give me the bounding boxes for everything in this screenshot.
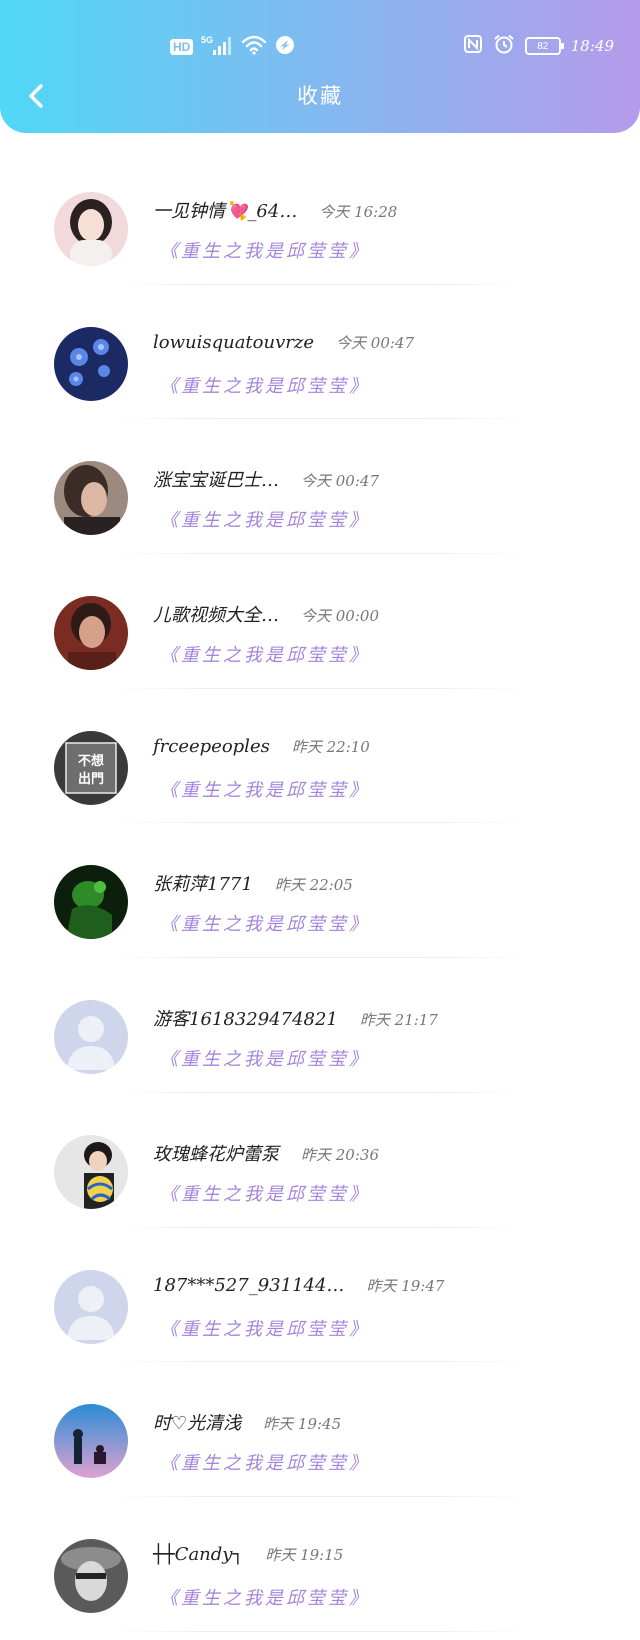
- user-name: 涨宝宝诞巴士…: [153, 470, 279, 492]
- user-name: ┼┼Candy┐: [153, 1543, 244, 1565]
- avatar[interactable]: [54, 1404, 128, 1479]
- hd-badge: HD: [170, 39, 194, 55]
- avatar[interactable]: [54, 1134, 128, 1209]
- avatar-image: [54, 596, 128, 671]
- list-item[interactable]: 涨宝宝诞巴士… 今天 00:47 《重生之我是邱莹莹》: [0, 419, 640, 555]
- list-item[interactable]: lowuisquatouvrze 今天 00:47 《重生之我是邱莹莹》: [0, 285, 640, 420]
- avatar[interactable]: [54, 461, 128, 536]
- list-item[interactable]: 游客1618329474821 昨天 21:17 《重生之我是邱莹莹》: [0, 958, 640, 1093]
- wifi-icon: [241, 35, 267, 59]
- list-item[interactable]: 时♡光清浅 昨天 19:45 《重生之我是邱莹莹》: [0, 1362, 640, 1497]
- avatar-image: [54, 461, 128, 536]
- list-item[interactable]: 儿歌视频大全… 今天 00:00 《重生之我是邱莹莹》: [0, 554, 640, 689]
- work-title-link[interactable]: 《重生之我是邱莹莹》: [160, 372, 370, 398]
- avatar[interactable]: 不想 出門: [54, 730, 128, 805]
- item-header: frceepeoples 昨天 22:10: [153, 736, 370, 757]
- item-header: ┼┼Candy┐ 昨天 19:15: [153, 1544, 343, 1565]
- item-header: 游客1618329474821 昨天 21:17: [153, 1005, 438, 1031]
- user-name: 游客1618329474821: [153, 1009, 338, 1031]
- work-title-link[interactable]: 《重生之我是邱莹莹》: [160, 1449, 370, 1475]
- avatar-image: [54, 1538, 128, 1613]
- avatar-text: 出門: [78, 771, 104, 787]
- item-header: 玫瑰蜂花炉蕾泵 昨天 20:36: [153, 1140, 379, 1166]
- avatar-text: 不想: [78, 753, 104, 769]
- timestamp: 昨天 21:17: [359, 1011, 438, 1030]
- timestamp: 今天 00:47: [301, 472, 379, 491]
- avatar-image: [54, 192, 128, 266]
- nav-bar: 收藏: [0, 72, 640, 120]
- avatar[interactable]: [54, 596, 128, 671]
- avatar-image: [54, 1269, 128, 1344]
- item-header: 儿歌视频大全… 今天 00:00: [153, 601, 379, 627]
- avatar[interactable]: [54, 326, 128, 401]
- avatar-image: [54, 326, 128, 401]
- item-header: 张莉萍1771 昨天 22:05: [153, 870, 353, 896]
- user-name: lowuisquatouvrze: [153, 331, 315, 353]
- status-bar: HD 5G 82 18:49: [0, 30, 640, 64]
- avatar-image: 不想 出門: [54, 730, 128, 805]
- user-name: 儿歌视频大全…: [153, 605, 279, 627]
- work-title-link[interactable]: 《重生之我是邱莹莹》: [160, 506, 370, 532]
- svg-text:5G: 5G: [201, 35, 213, 45]
- favorites-list: 一见钟情💘_64… 今天 16:28 《重生之我是邱莹莹》 lowuisquatou…: [0, 150, 640, 1632]
- alarm-icon: [493, 34, 515, 58]
- item-header: lowuisquatouvrze 今天 00:47: [153, 332, 414, 353]
- battery-indicator: 82: [524, 37, 564, 55]
- work-title-link[interactable]: 《重生之我是邱莹莹》: [160, 1584, 370, 1610]
- nfc-icon: [463, 34, 483, 58]
- timestamp: 昨天 19:47: [366, 1276, 445, 1295]
- list-item[interactable]: 一见钟情💘_64… 今天 16:28 《重生之我是邱莹莹》: [0, 150, 640, 285]
- avatar[interactable]: [54, 1000, 128, 1075]
- item-header: 187***527_931144… 昨天 19:47: [153, 1275, 444, 1296]
- work-title-link[interactable]: 《重生之我是邱莹莹》: [160, 910, 370, 936]
- timestamp: 昨天 19:45: [263, 1415, 342, 1434]
- status-time: 18:49: [570, 37, 614, 55]
- user-name: 一见钟情💘_64…: [153, 201, 298, 222]
- item-header: 一见钟情💘_64… 今天 16:28: [153, 197, 397, 223]
- cellular-signal-icon: 5G: [201, 34, 233, 60]
- list-item[interactable]: ┼┼Candy┐ 昨天 19:15 《重生之我是邱莹莹》: [0, 1497, 640, 1632]
- timestamp: 今天 00:00: [301, 607, 379, 626]
- timestamp: 昨天 22:05: [274, 876, 353, 895]
- work-title-link[interactable]: 《重生之我是邱莹莹》: [160, 1180, 370, 1206]
- user-name: 玫瑰蜂花炉蕾泵: [153, 1143, 279, 1165]
- list-item[interactable]: 张莉萍1771 昨天 22:05 《重生之我是邱莹莹》: [0, 823, 640, 959]
- user-name: 时♡光清浅: [153, 1413, 242, 1435]
- avatar[interactable]: [54, 1269, 128, 1344]
- avatar[interactable]: [54, 192, 128, 266]
- vpn-icon: [275, 35, 295, 59]
- user-name: frceepeoples: [153, 735, 270, 757]
- work-title-link[interactable]: 《重生之我是邱莹莹》: [160, 641, 370, 667]
- work-title-link[interactable]: 《重生之我是邱莹莹》: [160, 1315, 370, 1341]
- avatar[interactable]: [54, 865, 128, 940]
- avatar-image: [54, 1000, 128, 1075]
- timestamp: 今天 00:47: [336, 333, 415, 352]
- list-item[interactable]: 187***527_931144… 昨天 19:47 《重生之我是邱莹莹》: [0, 1228, 640, 1363]
- item-header: 时♡光清浅 昨天 19:45: [153, 1409, 341, 1435]
- page-title: 收藏: [297, 84, 343, 108]
- avatar-image: [54, 1404, 128, 1479]
- list-item[interactable]: 玫瑰蜂花炉蕾泵 昨天 20:36 《重生之我是邱莹莹》: [0, 1093, 640, 1228]
- avatar[interactable]: [54, 1538, 128, 1613]
- user-name: 张莉萍1771: [153, 874, 253, 896]
- work-title-link[interactable]: 《重生之我是邱莹莹》: [160, 776, 370, 802]
- timestamp: 今天 16:28: [319, 203, 398, 221]
- work-title-link[interactable]: 《重生之我是邱莹莹》: [160, 237, 370, 263]
- header: HD 5G 82 18:49 收藏: [0, 0, 640, 133]
- avatar-image: [54, 865, 128, 940]
- timestamp: 昨天 20:36: [301, 1145, 379, 1164]
- item-header: 涨宝宝诞巴士… 今天 00:47: [153, 466, 379, 492]
- divider: [110, 1630, 530, 1632]
- avatar-image: [54, 1134, 128, 1209]
- list-item[interactable]: 不想 出門 frceepeoples 昨天 22:10 《重生之我是邱莹莹》: [0, 689, 640, 824]
- timestamp: 昨天 22:10: [291, 737, 370, 756]
- timestamp: 昨天 19:15: [265, 1545, 344, 1564]
- user-name: 187***527_931144…: [153, 1274, 345, 1296]
- work-title-link[interactable]: 《重生之我是邱莹莹》: [160, 1045, 370, 1071]
